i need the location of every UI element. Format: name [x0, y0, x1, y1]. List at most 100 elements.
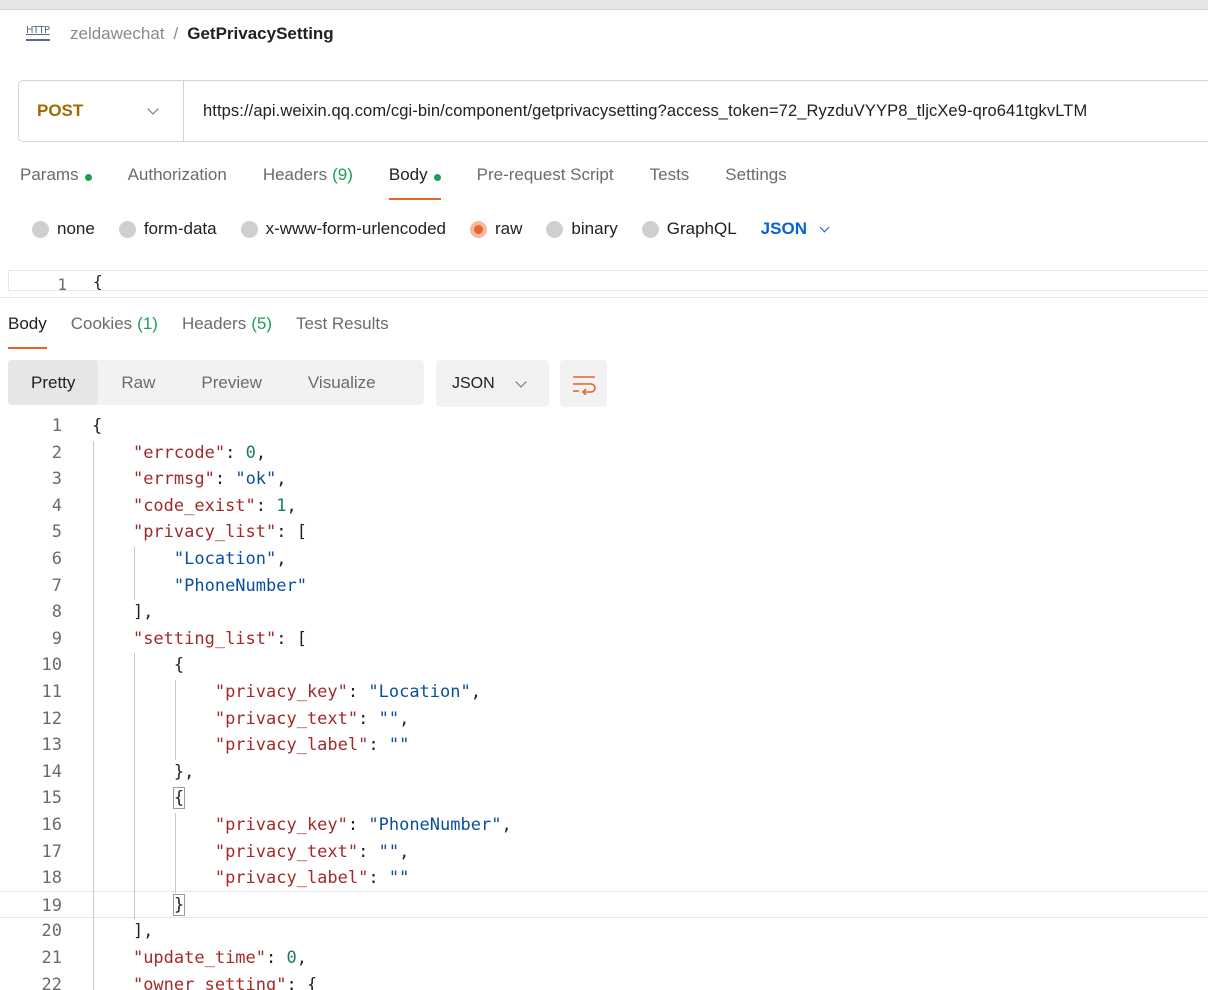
line-number: 8	[51, 602, 62, 623]
json-token: "privacy_key"	[214, 815, 348, 835]
tab-params[interactable]: Params	[20, 162, 92, 200]
response-tab-body[interactable]: Body	[8, 311, 47, 349]
chevron-down-icon	[819, 222, 830, 232]
view-pretty-button[interactable]: Pretty	[8, 360, 99, 405]
response-tabs: Body Cookies (1) Headers (5) Test Results	[8, 311, 413, 349]
body-format-select[interactable]: JSON	[761, 219, 830, 239]
radio-icon[interactable]	[470, 220, 488, 238]
method-label: POST	[37, 101, 84, 120]
tab-label: Body	[388, 165, 428, 184]
tab-label: Settings	[725, 165, 787, 184]
json-token: "setting_list"	[132, 628, 277, 649]
radio-icon[interactable]	[546, 220, 564, 238]
body-type-raw[interactable]: raw	[470, 219, 522, 239]
tab-pre-request-script[interactable]: Pre-request Script	[477, 162, 614, 200]
pane-resize-divider[interactable]	[0, 297, 1208, 298]
response-view-modes: Pretty Raw Preview Visualize	[8, 360, 424, 405]
tab-count-badge: (1)	[137, 314, 158, 333]
code-line: 1{	[0, 412, 1208, 439]
json-token: ""	[388, 868, 410, 889]
body-type-x-www-form-urlencoded[interactable]: x-www-form-urlencoded	[240, 219, 446, 239]
code-line: 13 "privacy_label": ""	[0, 731, 1208, 758]
view-preview-button[interactable]: Preview	[178, 360, 284, 405]
code-content: "privacy_label": ""	[92, 735, 410, 756]
response-tab-headers[interactable]: Headers (5)	[182, 311, 272, 349]
json-token: : {	[286, 974, 318, 990]
code-content: "owner_setting": {	[92, 975, 317, 990]
response-format-select[interactable]: JSON	[436, 360, 549, 407]
json-token: "ok"	[235, 469, 277, 490]
response-tab-cookies[interactable]: Cookies (1)	[71, 311, 158, 349]
url-input[interactable]: https://api.weixin.qq.com/cgi-bin/compon…	[184, 102, 1208, 121]
code-content: "privacy_key": "PhoneNumber",	[92, 815, 512, 835]
json-token: "privacy_label"	[214, 735, 369, 756]
code-line: 15 {	[0, 784, 1208, 811]
status-dot-icon	[433, 174, 441, 181]
tab-authorization[interactable]: Authorization	[128, 162, 227, 200]
tab-tests[interactable]: Tests	[650, 162, 690, 200]
code-line: 8 ],	[0, 598, 1208, 625]
line-number: 3	[51, 469, 62, 490]
code-line: 9 "setting_list": [	[0, 625, 1208, 652]
view-visualize-button[interactable]: Visualize	[285, 360, 399, 405]
body-type-label: GraphQL	[666, 219, 737, 238]
breadcrumb-collection[interactable]: zeldawechat	[70, 24, 165, 44]
body-type-options: none form-data x-www-form-urlencoded raw bin…	[32, 215, 830, 243]
body-type-none[interactable]: none	[32, 219, 95, 239]
radio-icon[interactable]	[641, 220, 659, 238]
code-content: }	[92, 893, 186, 916]
radio-icon[interactable]	[118, 220, 136, 238]
json-token: ],	[92, 602, 154, 623]
status-dot-icon	[84, 174, 92, 181]
code-line: 21 "update_time": 0,	[0, 944, 1208, 971]
code-line: 19 }	[0, 890, 1208, 918]
request-title[interactable]: GetPrivacySetting	[187, 24, 333, 44]
json-token: ,	[501, 815, 512, 835]
code-line: 17 "privacy_text": "",	[0, 838, 1208, 865]
line-number: 18	[41, 868, 62, 889]
tab-label: Body	[8, 314, 47, 333]
tab-headers[interactable]: Headers (9)	[263, 162, 353, 200]
json-token: }	[172, 893, 186, 916]
body-type-form-data[interactable]: form-data	[118, 219, 217, 239]
json-token: ,	[276, 549, 287, 569]
method-select[interactable]: POST	[19, 81, 184, 141]
line-number: 6	[51, 549, 62, 569]
json-token: 0	[245, 442, 256, 463]
code-line: 7 "PhoneNumber"	[0, 572, 1208, 599]
indent-guide	[174, 813, 176, 893]
tab-body[interactable]: Body	[388, 162, 441, 200]
request-body-editor[interactable]: 1 {	[8, 270, 1208, 291]
json-token: ,	[255, 442, 267, 463]
view-raw-button[interactable]: Raw	[98, 360, 178, 405]
body-type-label: form-data	[143, 219, 217, 238]
tab-settings[interactable]: Settings	[725, 162, 786, 200]
response-body-viewer[interactable]: 1{2 "errcode": 0, 3 "errmsg": "ok", 4 "cod…	[0, 412, 1208, 990]
json-token: "errcode"	[132, 442, 226, 463]
json-token: :	[214, 469, 236, 490]
json-token: :	[347, 682, 369, 702]
tab-label: Headers	[181, 314, 247, 333]
tab-label: Headers	[262, 165, 328, 184]
code-line: 6 "Location",	[0, 545, 1208, 572]
code-line: 16 "privacy_key": "PhoneNumber",	[0, 811, 1208, 838]
code-content: },	[92, 762, 194, 782]
request-body-code[interactable]: {	[93, 272, 103, 290]
chevron-down-icon	[515, 375, 527, 388]
json-token: "Location"	[173, 549, 277, 569]
response-tab-test-results[interactable]: Test Results	[296, 311, 389, 349]
line-number: 1	[51, 416, 62, 436]
radio-icon[interactable]	[240, 220, 258, 238]
body-type-graphql[interactable]: GraphQL	[641, 219, 737, 239]
wrap-lines-button[interactable]	[560, 360, 607, 407]
tab-label: Test Results	[296, 314, 389, 333]
radio-icon[interactable]	[32, 220, 49, 238]
body-type-binary[interactable]: binary	[546, 219, 618, 239]
json-token: :	[266, 948, 287, 968]
